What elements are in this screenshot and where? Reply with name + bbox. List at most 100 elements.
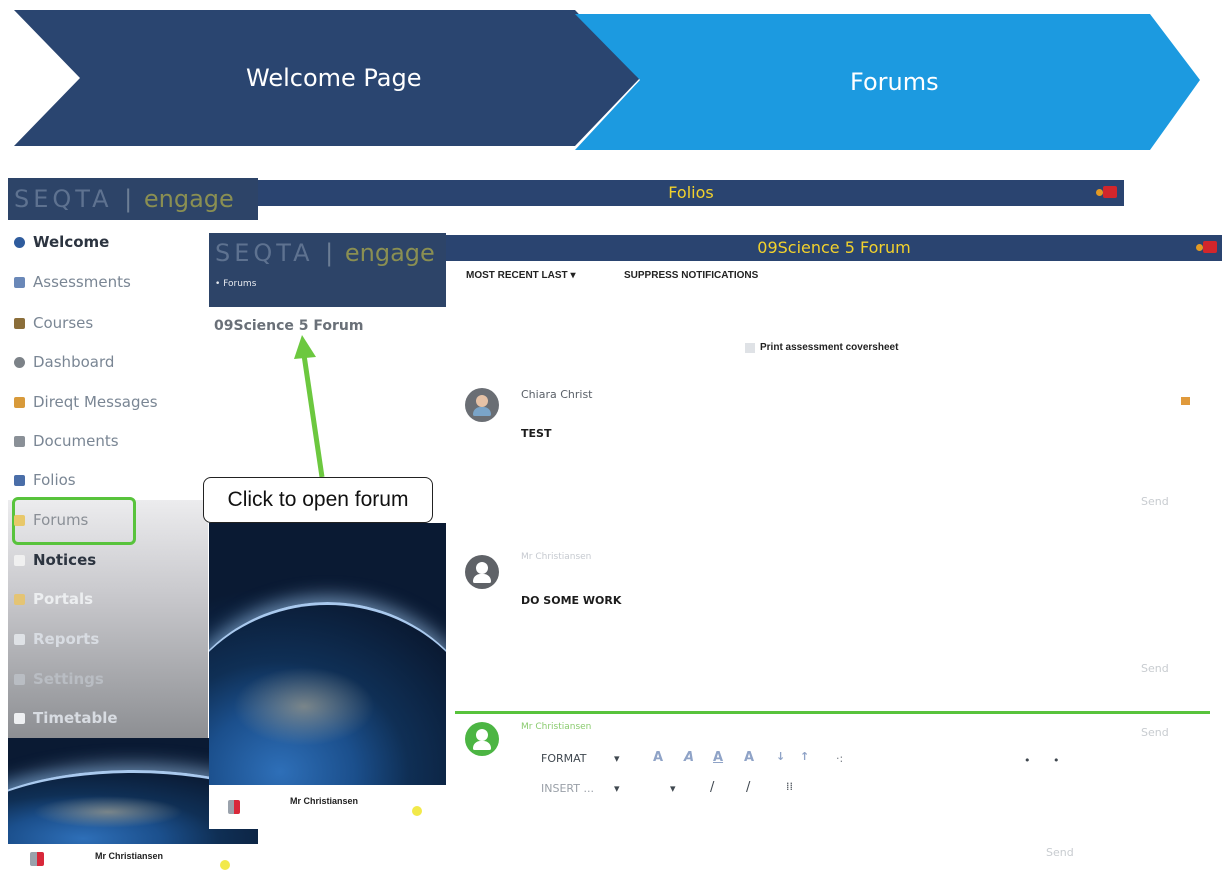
page-title-bar: Folios — [258, 180, 1124, 206]
reports-icon — [14, 633, 25, 645]
forums-icon — [14, 514, 25, 526]
sidebar-item-notices[interactable]: Notices — [14, 549, 96, 571]
sidebar-item-label: Dashboard — [33, 353, 115, 371]
welcome-step-label: Welcome Page — [246, 64, 422, 92]
subscript-icon[interactable]: ↓ — [776, 750, 785, 763]
send-button[interactable]: Send — [1141, 662, 1169, 675]
bullet-icon[interactable]: • — [1053, 754, 1060, 767]
sidebar-item-forums[interactable]: Forums — [14, 509, 88, 531]
send-button[interactable]: Send — [1046, 846, 1074, 859]
composer-author-name: Mr Christiansen — [521, 722, 592, 732]
info-icon — [14, 236, 25, 248]
post-author-name: Mr Christiansen — [521, 552, 592, 562]
sidebar-item-courses[interactable]: Courses — [14, 312, 93, 334]
post-text: TEST — [521, 427, 552, 440]
send-button[interactable]: Send — [1141, 495, 1169, 508]
sidebar-item-timetable[interactable]: Timetable — [14, 707, 118, 729]
breadcrumb[interactable]: • Forums — [215, 279, 446, 289]
settings-icon — [14, 673, 25, 685]
post-author-name: Chiara Christ — [521, 388, 593, 401]
sidebar-item-portals[interactable]: Portals — [14, 588, 93, 610]
forum-title-bar: 09Science 5 Forum — [446, 235, 1222, 261]
sidebar-item-folios[interactable]: Folios — [14, 469, 76, 491]
inner-user-avatar[interactable] — [228, 800, 240, 814]
logo-separator: | — [124, 185, 133, 213]
portals-icon — [14, 593, 25, 605]
avatar-body — [473, 741, 491, 750]
post-author-avatar — [465, 555, 499, 589]
underline-icon[interactable]: A — [713, 750, 723, 765]
status-icon[interactable] — [220, 860, 230, 870]
assessments-icon — [14, 276, 25, 288]
timetable-icon — [14, 712, 25, 724]
forums-step-label: Forums — [850, 68, 939, 96]
reply-icon[interactable] — [1181, 397, 1190, 405]
avatar-head — [476, 395, 488, 407]
inner-user-name: Mr Christiansen — [290, 796, 359, 806]
table-icon[interactable]: ⁞⁞ — [786, 780, 793, 793]
inner-header: SEQTA | engage • Forums — [209, 233, 446, 307]
process-banner — [14, 10, 1200, 150]
forum-logout-icon[interactable] — [1196, 241, 1217, 253]
sidebar-item-direqt-messages[interactable]: Direqt Messages — [14, 391, 158, 413]
edit-icon[interactable]: / — [746, 780, 750, 795]
avatar-body — [473, 407, 491, 416]
insert-dropdown[interactable]: INSERT ... — [541, 782, 594, 795]
user-avatar[interactable] — [30, 852, 44, 866]
sidebar-item-label: Settings — [33, 670, 104, 688]
print-coversheet-link[interactable]: Print assessment coversheet — [760, 342, 898, 353]
sidebar-item-label: Direqt Messages — [33, 393, 158, 411]
avatar-head — [476, 729, 488, 741]
insert-dropdown-arrow[interactable]: ▾ — [614, 782, 620, 795]
logout-icon[interactable] — [1096, 186, 1117, 198]
inner-seqta-logo[interactable]: SEQTA | engage — [215, 239, 446, 267]
bullet-icon[interactable]: • — [1024, 754, 1031, 767]
forum-list-item[interactable]: 09Science 5 Forum — [214, 318, 363, 334]
clear-format-icon[interactable]: ·: — [836, 752, 843, 765]
font-color-icon[interactable]: A — [653, 750, 663, 765]
highlight-icon[interactable]: A — [744, 750, 754, 765]
sidebar-item-documents[interactable]: Documents — [14, 430, 119, 452]
print-icon — [745, 343, 755, 353]
inner-earth-image — [209, 523, 446, 785]
sidebar-user-name: Mr Christiansen — [95, 851, 164, 861]
dashboard-icon — [14, 356, 25, 368]
edit-icon[interactable]: / — [710, 780, 714, 795]
post-author-avatar — [465, 388, 499, 422]
superscript-icon[interactable]: ↑ — [800, 750, 809, 763]
format-dropdown[interactable]: FORMAT — [541, 752, 587, 765]
composer-divider — [455, 711, 1210, 714]
send-button[interactable]: Send — [1141, 726, 1169, 739]
callout-box: Click to open forum — [203, 477, 433, 523]
post-text: DO SOME WORK — [521, 594, 622, 607]
sidebar-item-settings[interactable]: Settings — [14, 668, 104, 690]
sidebar-item-welcome[interactable]: Welcome — [14, 231, 109, 253]
italic-icon[interactable]: A — [684, 750, 694, 765]
messages-icon — [14, 396, 25, 408]
format-dropdown-arrow[interactable]: ▾ — [614, 752, 620, 765]
inner-status-icon[interactable] — [412, 806, 422, 816]
logo-engage: engage — [344, 239, 435, 267]
folios-icon — [14, 474, 25, 486]
forum-title: 09Science 5 Forum — [757, 238, 911, 257]
link-dropdown-arrow[interactable]: ▾ — [670, 782, 676, 795]
sidebar-item-label: Reports — [33, 630, 100, 648]
sidebar-item-label: Forums — [33, 511, 89, 529]
suppress-notifications-button[interactable]: SUPPRESS NOTIFICATIONS — [624, 270, 758, 281]
sidebar-item-label: Courses — [33, 314, 94, 332]
inner-user-bar — [209, 785, 446, 829]
sidebar-item-label: Notices — [33, 551, 97, 569]
sort-dropdown[interactable]: MOST RECENT LAST ▾ — [466, 270, 575, 281]
seqta-logo[interactable]: SEQTA | engage — [8, 178, 258, 220]
sidebar-item-reports[interactable]: Reports — [14, 628, 99, 650]
sidebar-item-dashboard[interactable]: Dashboard — [14, 351, 114, 373]
courses-icon — [14, 317, 25, 329]
sidebar-item-label: Portals — [33, 590, 94, 608]
green-arrow — [294, 335, 325, 478]
documents-icon — [14, 435, 25, 447]
logo-engage: engage — [143, 185, 234, 213]
composer-avatar — [465, 722, 499, 756]
sidebar-item-label: Folios — [33, 471, 76, 489]
sidebar-item-assessments[interactable]: Assessments — [14, 271, 131, 293]
page-title: Folios — [668, 183, 714, 202]
